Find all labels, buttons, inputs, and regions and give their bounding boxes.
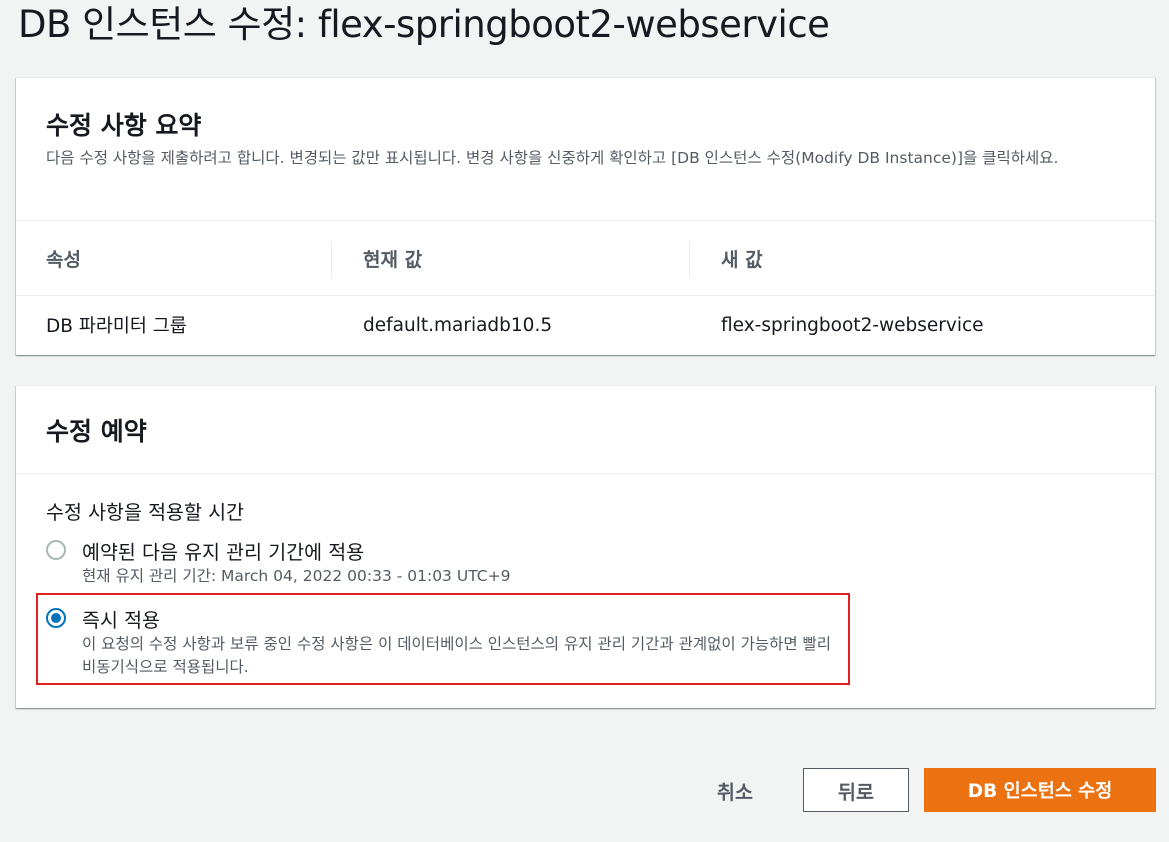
cell-attribute: DB 파라미터 그룹 (46, 316, 187, 337)
summary-header: 수정 사항 요약 다음 수정 사항을 제출하려고 합니다. 변경되는 값만 표시… (16, 78, 1155, 221)
column-divider (331, 241, 332, 277)
schedule-panel: 수정 예약 수정 사항을 적용할 시간 예약된 다음 유지 관리 기간에 적용 … (16, 385, 1155, 708)
summary-table-header: 속성 현재 값 새 값 (16, 221, 1155, 296)
column-header-current-value: 현재 값 (363, 248, 423, 271)
radio-description: 현재 유지 관리 기간: March 04, 2022 00:33 - 01:0… (82, 567, 511, 585)
summary-panel: 수정 사항 요약 다음 수정 사항을 제출하려고 합니다. 변경되는 값만 표시… (16, 77, 1155, 355)
modify-db-instance-button[interactable]: DB 인스턴스 수정 (924, 768, 1156, 812)
schedule-heading: 수정 예약 (46, 417, 147, 446)
apply-timing-label: 수정 사항을 적용할 시간 (46, 501, 244, 524)
cell-new-value: flex-springboot2-webservice (721, 314, 984, 336)
page-title: DB 인스턴스 수정: flex-springboot2-webservice (18, 3, 830, 46)
column-header-new-value: 새 값 (721, 248, 763, 271)
schedule-header: 수정 예약 (16, 386, 1155, 474)
cell-current-value: default.mariadb10.5 (363, 314, 553, 336)
highlight-annotation-box (36, 593, 850, 685)
cancel-button[interactable]: 취소 (700, 768, 770, 812)
radio-button-unchecked-icon[interactable] (46, 540, 66, 560)
column-header-attribute: 속성 (46, 248, 81, 271)
column-divider (689, 241, 690, 277)
summary-description: 다음 수정 사항을 제출하려고 합니다. 변경되는 값만 표시됩니다. 변경 사… (46, 149, 1059, 167)
radio-label[interactable]: 예약된 다음 유지 관리 기간에 적용 (82, 536, 364, 565)
back-button[interactable]: 뒤로 (803, 768, 909, 812)
summary-heading: 수정 사항 요약 (46, 111, 202, 140)
table-row: DB 파라미터 그룹 default.mariadb10.5 flex-spri… (16, 296, 1155, 354)
